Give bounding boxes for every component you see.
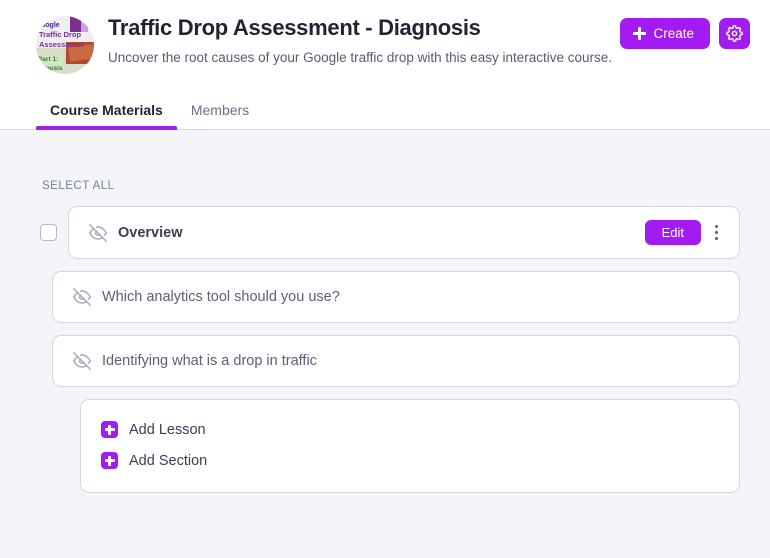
lesson-card-left: Which analytics tool should you use? bbox=[73, 288, 727, 306]
plus-icon bbox=[633, 27, 647, 40]
tab-members[interactable]: Members bbox=[177, 102, 263, 129]
lesson-title: Overview bbox=[118, 224, 183, 241]
page-title: Traffic Drop Assessment - Diagnosis bbox=[108, 15, 481, 40]
app-header: oogle Traffic Drop Assessment Part 1: ag… bbox=[0, 0, 770, 130]
kebab-menu-icon[interactable] bbox=[705, 219, 727, 247]
header-text-block: Traffic Drop Assessment - Diagnosis Unco… bbox=[94, 12, 620, 68]
lesson-card-left: Identifying what is a drop in traffic bbox=[73, 352, 727, 370]
row-checkbox-slot bbox=[40, 224, 68, 241]
add-actions-card: Add Lesson Add Section bbox=[80, 399, 740, 493]
edit-button[interactable]: Edit bbox=[644, 220, 701, 245]
course-description: Uncover the root causes of your Google t… bbox=[108, 49, 612, 65]
add-section-button[interactable]: Add Section bbox=[101, 445, 719, 476]
kebab-dot bbox=[714, 237, 718, 240]
header-top-row: oogle Traffic Drop Assessment Part 1: ag… bbox=[0, 0, 770, 74]
svg-text:Traffic Drop: Traffic Drop bbox=[39, 30, 82, 39]
kebab-dot bbox=[714, 225, 718, 228]
lesson-title: Identifying what is a drop in traffic bbox=[102, 353, 317, 369]
svg-text:Part 1:: Part 1: bbox=[38, 56, 58, 63]
settings-button[interactable] bbox=[719, 18, 750, 49]
course-thumbnail: oogle Traffic Drop Assessment Part 1: ag… bbox=[36, 16, 94, 74]
eye-off-icon bbox=[89, 223, 107, 242]
list-item: Which analytics tool should you use? bbox=[40, 271, 740, 323]
create-button-label: Create bbox=[653, 26, 694, 41]
add-section-label: Add Section bbox=[129, 452, 208, 469]
eye-off-icon bbox=[73, 288, 91, 306]
lesson-card-overview[interactable]: Overview Edit bbox=[68, 206, 740, 259]
svg-text:Assessment: Assessment bbox=[39, 40, 84, 49]
lesson-card-identifying-drop[interactable]: Identifying what is a drop in traffic bbox=[52, 335, 740, 387]
tab-course-materials[interactable]: Course Materials bbox=[36, 102, 177, 130]
lesson-title: Which analytics tool should you use? bbox=[102, 289, 340, 305]
tab-strip: Course Materials Members bbox=[0, 90, 770, 130]
list-item: Overview Edit bbox=[40, 206, 740, 259]
gear-icon bbox=[726, 25, 743, 42]
plus-square-icon bbox=[101, 421, 118, 438]
header-actions: Create bbox=[620, 12, 750, 49]
list-item: Identifying what is a drop in traffic bbox=[40, 335, 740, 387]
plus-square-icon bbox=[101, 452, 118, 469]
main-content: SELECT ALL Overview Edit Which analytics… bbox=[0, 130, 770, 493]
create-button[interactable]: Create bbox=[620, 18, 710, 49]
select-all-label[interactable]: SELECT ALL bbox=[40, 130, 115, 206]
lesson-card-actions: Edit bbox=[644, 219, 727, 247]
course-thumbnail-image: oogle Traffic Drop Assessment Part 1: ag… bbox=[36, 16, 94, 74]
add-lesson-button[interactable]: Add Lesson bbox=[101, 414, 719, 445]
svg-text:agnosis: agnosis bbox=[38, 65, 63, 72]
lesson-card-analytics-tool[interactable]: Which analytics tool should you use? bbox=[52, 271, 740, 323]
add-lesson-label: Add Lesson bbox=[129, 421, 206, 438]
overview-checkbox[interactable] bbox=[40, 224, 57, 241]
lesson-card-left: Overview bbox=[89, 223, 645, 242]
kebab-dot bbox=[714, 231, 718, 234]
eye-off-icon bbox=[73, 352, 91, 370]
svg-text:oogle: oogle bbox=[41, 22, 60, 29]
